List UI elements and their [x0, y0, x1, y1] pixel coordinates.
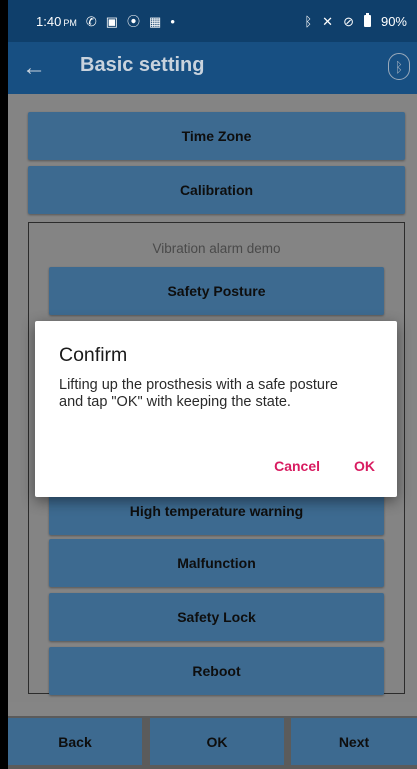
back-arrow-icon[interactable]: ←	[22, 54, 46, 82]
dialog-message: Lifting up the prosthesis with a safe po…	[59, 377, 338, 410]
time-zone-button[interactable]: Time Zone	[28, 112, 405, 160]
status-bar-left: 1:40 PM ✆ ▣ ⦿ ▦ •	[36, 0, 175, 42]
phone-icon: ✆	[85, 13, 97, 29]
reboot-button[interactable]: Reboot	[49, 647, 384, 695]
app-bar: ← Basic setting ᛒ	[8, 42, 417, 94]
sync-icon: ⦿	[127, 13, 141, 29]
status-time: 1:40 PM	[36, 13, 77, 29]
safety-posture-button[interactable]: Safety Posture	[49, 267, 384, 315]
confirm-dialog: Confirm Lifting up the prosthesis with a…	[35, 321, 397, 497]
dot-icon: •	[170, 13, 175, 29]
status-bar: 1:40 PM ✆ ▣ ⦿ ▦ • ᛒ ✕ ⊘ 90%	[8, 0, 417, 42]
dialog-title: Confirm	[59, 344, 128, 366]
demo-title: Vibration alarm demo	[152, 241, 281, 256]
bluetooth-status-icon[interactable]: ᛒ	[388, 53, 410, 80]
page-title: Basic setting	[80, 54, 205, 76]
mute-icon: ✕	[322, 13, 334, 29]
status-bar-right: ᛒ ✕ ⊘ 90%	[304, 0, 407, 42]
bluetooth-icon: ᛒ	[304, 13, 313, 29]
back-button[interactable]: Back	[8, 718, 142, 765]
battery-level: 90%	[380, 13, 407, 29]
image-icon: ▣	[105, 13, 119, 29]
calibration-button[interactable]: Calibration	[28, 166, 405, 214]
dialog-ok-button[interactable]: OK	[354, 458, 375, 474]
dialog-actions: Cancel OK	[274, 458, 375, 474]
screen: 1:40 PM ✆ ▣ ⦿ ▦ • ᛒ ✕ ⊘ 90% ← Basic setti…	[8, 0, 417, 769]
ok-button[interactable]: OK	[150, 718, 284, 765]
bottom-bar: Back OK Next	[8, 716, 417, 769]
no-sim-icon: ⊘	[343, 13, 354, 29]
dialog-cancel-button[interactable]: Cancel	[274, 458, 320, 474]
battery-icon	[363, 13, 371, 27]
safety-lock-button[interactable]: Safety Lock	[49, 593, 384, 641]
malfunction-button[interactable]: Malfunction	[49, 539, 384, 587]
next-button[interactable]: Next	[291, 718, 417, 765]
calendar-icon: ▦	[149, 13, 162, 29]
